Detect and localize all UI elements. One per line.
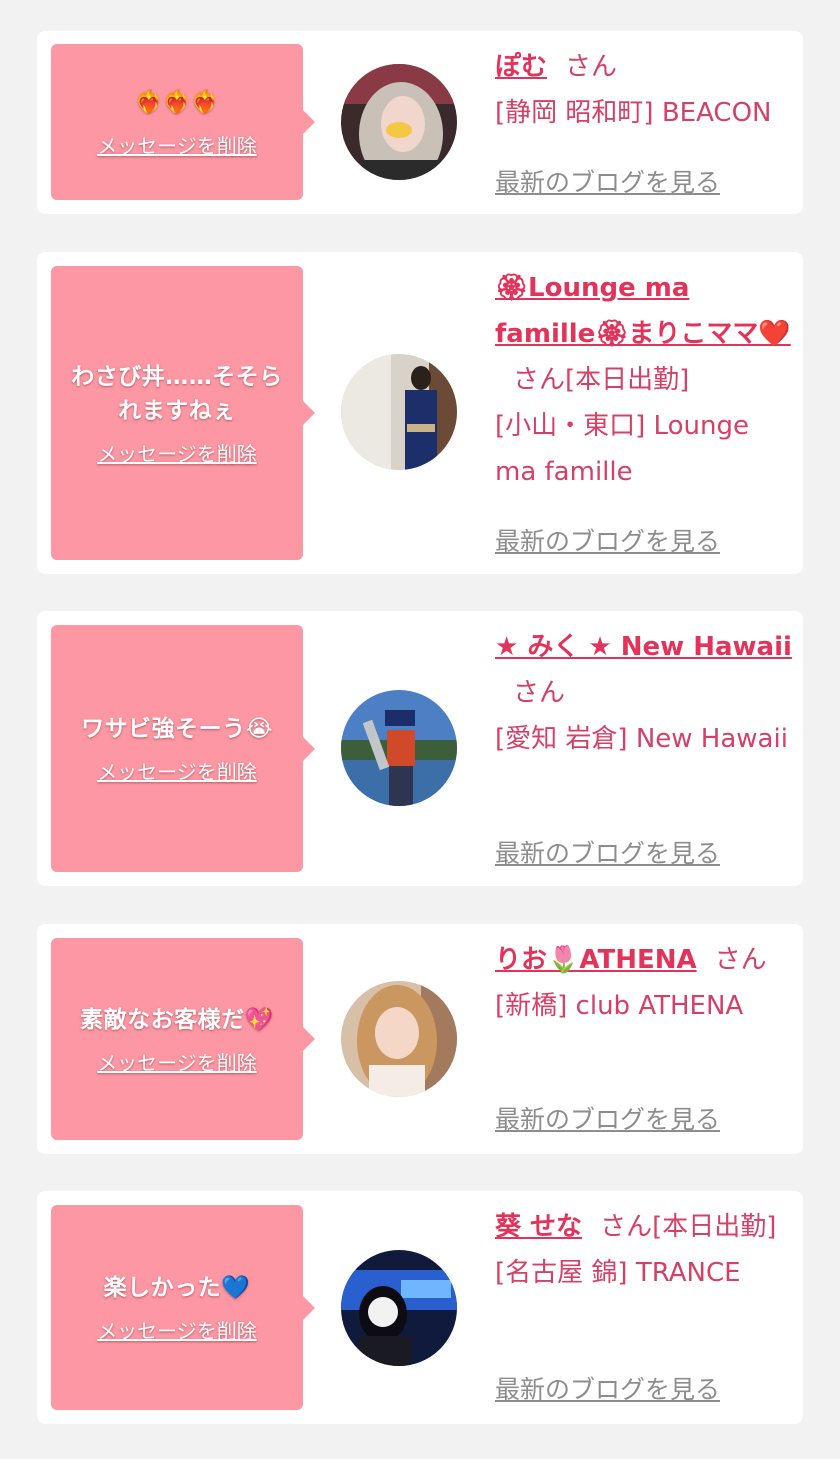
- message-text: 楽しかった💙: [103, 1275, 251, 1301]
- message-bubble: ワサビ強そーう😭 メッセージを削除: [51, 625, 315, 872]
- shop-label: [愛知 岩倉] New Hawaii: [495, 724, 788, 754]
- avatar[interactable]: [341, 690, 457, 806]
- message-text: ❤️‍🔥❤️‍🔥❤️‍🔥: [135, 89, 219, 115]
- message-card: ワサビ強そーう😭 メッセージを削除 ★ みく ★ New Hawaii さん [愛…: [37, 611, 803, 886]
- delete-message-link[interactable]: メッセージを削除: [97, 1047, 257, 1076]
- delete-message-link[interactable]: メッセージを削除: [97, 438, 257, 467]
- shop-label: [小山・東口] Lounge ma famille: [495, 411, 749, 487]
- delete-message-link[interactable]: メッセージを削除: [97, 130, 257, 159]
- message-card: 楽しかった💙 メッセージを削除 葵 せな さん[本日出勤] [名古屋 錦] TRA…: [37, 1191, 803, 1424]
- latest-blog-link[interactable]: 最新のブログを見る: [495, 522, 720, 558]
- sender-name-link[interactable]: りお🌷ATHENA: [495, 945, 697, 975]
- delete-message-link[interactable]: メッセージを削除: [97, 1315, 257, 1344]
- message-text: わさび丼……そそられますねぇ: [71, 363, 283, 424]
- message-text: ワサビ強そーう😭: [81, 716, 273, 742]
- message-bubble: 楽しかった💙 メッセージを削除: [51, 1205, 315, 1410]
- sender-name-link[interactable]: 🏵Lounge ma famille🏵まりこママ❤️: [495, 273, 791, 349]
- latest-blog-link[interactable]: 最新のブログを見る: [495, 1370, 720, 1406]
- avatar[interactable]: [341, 64, 457, 180]
- sender-info: 葵 せな さん[本日出勤] [名古屋 錦] TRANCE: [495, 1204, 795, 1296]
- message-card: 素敵なお客様だ💖 メッセージを削除 りお🌷ATHENA さん [新橋] club …: [37, 924, 803, 1154]
- sender-name-link[interactable]: ぽむ: [495, 52, 547, 82]
- shop-label: [名古屋 錦] TRANCE: [495, 1258, 741, 1288]
- message-card: わさび丼……そそられますねぇ メッセージを削除 🏵Lounge ma famil…: [37, 252, 803, 574]
- message-bubble: 素敵なお客様だ💖 メッセージを削除: [51, 938, 315, 1140]
- message-bubble: わさび丼……そそられますねぇ メッセージを削除: [51, 266, 315, 560]
- message-card: ❤️‍🔥❤️‍🔥❤️‍🔥 メッセージを削除 ぽむ さん [静岡 昭和町] BEAC…: [37, 31, 803, 214]
- avatar[interactable]: [341, 981, 457, 1097]
- shop-label: [静岡 昭和町] BEACON: [495, 98, 772, 128]
- honorific: さん[本日出勤]: [513, 365, 690, 395]
- honorific: さん: [513, 678, 566, 708]
- avatar[interactable]: [341, 354, 457, 470]
- sender-name-link[interactable]: ★ みく ★ New Hawaii: [495, 632, 792, 662]
- message-bubble: ❤️‍🔥❤️‍🔥❤️‍🔥 メッセージを削除: [51, 44, 315, 200]
- sender-info: ぽむ さん [静岡 昭和町] BEACON: [495, 44, 795, 136]
- honorific: さん: [565, 52, 618, 82]
- avatar[interactable]: [341, 1250, 457, 1366]
- shop-label: [新橋] club ATHENA: [495, 991, 744, 1021]
- honorific: さん[本日出勤]: [600, 1212, 777, 1242]
- sender-info: りお🌷ATHENA さん [新橋] club ATHENA: [495, 937, 795, 1029]
- latest-blog-link[interactable]: 最新のブログを見る: [495, 163, 720, 199]
- latest-blog-link[interactable]: 最新のブログを見る: [495, 834, 720, 870]
- sender-info: ★ みく ★ New Hawaii さん [愛知 岩倉] New Hawaii: [495, 624, 795, 762]
- honorific: さん: [714, 945, 767, 975]
- sender-name-link[interactable]: 葵 せな: [495, 1212, 582, 1242]
- latest-blog-link[interactable]: 最新のブログを見る: [495, 1100, 720, 1136]
- message-text: 素敵なお客様だ💖: [80, 1006, 274, 1033]
- delete-message-link[interactable]: メッセージを削除: [97, 756, 257, 785]
- sender-info: 🏵Lounge ma famille🏵まりこママ❤️ さん[本日出勤] [小山・東…: [495, 265, 795, 495]
